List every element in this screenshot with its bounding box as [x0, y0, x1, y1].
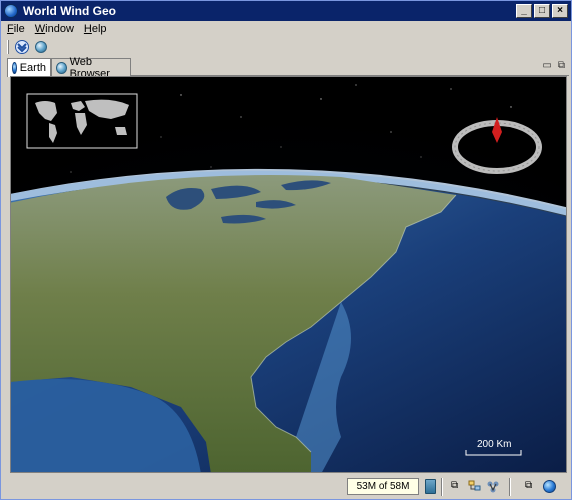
globe-status-icon[interactable]	[543, 480, 556, 493]
network-icon[interactable]	[486, 480, 500, 494]
toolbar-grip	[7, 40, 9, 54]
chevron-down-icon[interactable]	[15, 40, 29, 54]
status-separator	[509, 478, 511, 496]
tab-web-browser[interactable]: Web Browser	[51, 56, 131, 80]
menu-file[interactable]: File	[7, 23, 25, 35]
restore-view-icon[interactable]: ⧉	[558, 60, 565, 71]
view-controls: ▭ ⧉	[542, 60, 565, 71]
window-controls: _ □ ×	[516, 4, 568, 18]
globe-icon[interactable]	[35, 41, 47, 53]
tab-earth[interactable]: Earth	[7, 58, 51, 77]
minimize-view-icon[interactable]: ▭	[542, 60, 551, 71]
status-separator	[441, 478, 443, 496]
maximize-button[interactable]: □	[534, 4, 550, 18]
app-window: World Wind Geo _ □ × File Window Help Ea…	[0, 0, 572, 500]
window-title: World Wind Geo	[23, 4, 116, 18]
title-bar[interactable]: World Wind Geo _ □ ×	[1, 1, 571, 21]
menu-window[interactable]: Window	[35, 23, 74, 35]
tab-strip: Earth Web Browser ▭ ⧉	[7, 56, 569, 80]
menu-bar: File Window Help	[1, 21, 571, 37]
memory-indicator: 53M of 58M	[347, 478, 419, 495]
restore-panel-icon[interactable]: ⧉	[451, 480, 465, 494]
web-globe-icon	[56, 61, 67, 74]
garbage-collect-icon[interactable]	[425, 479, 436, 494]
status-bar: 53M of 58M ⧉ ⧉	[1, 475, 571, 499]
earth-render[interactable]	[11, 77, 567, 473]
globe-viewport[interactable]: 200 Km	[10, 76, 567, 473]
menu-help[interactable]: Help	[84, 23, 107, 35]
tab-label: Earth	[19, 62, 46, 74]
scale-label: 200 Km	[477, 439, 512, 450]
world-overview-map[interactable]	[26, 93, 138, 149]
restore-panel-icon[interactable]: ⧉	[525, 480, 539, 494]
minimize-button[interactable]: _	[516, 4, 532, 18]
toolbar	[1, 37, 571, 57]
layers-tree-icon[interactable]	[468, 480, 482, 494]
globe-app-icon	[4, 4, 18, 18]
earth-icon	[12, 62, 17, 74]
close-button[interactable]: ×	[552, 4, 568, 18]
